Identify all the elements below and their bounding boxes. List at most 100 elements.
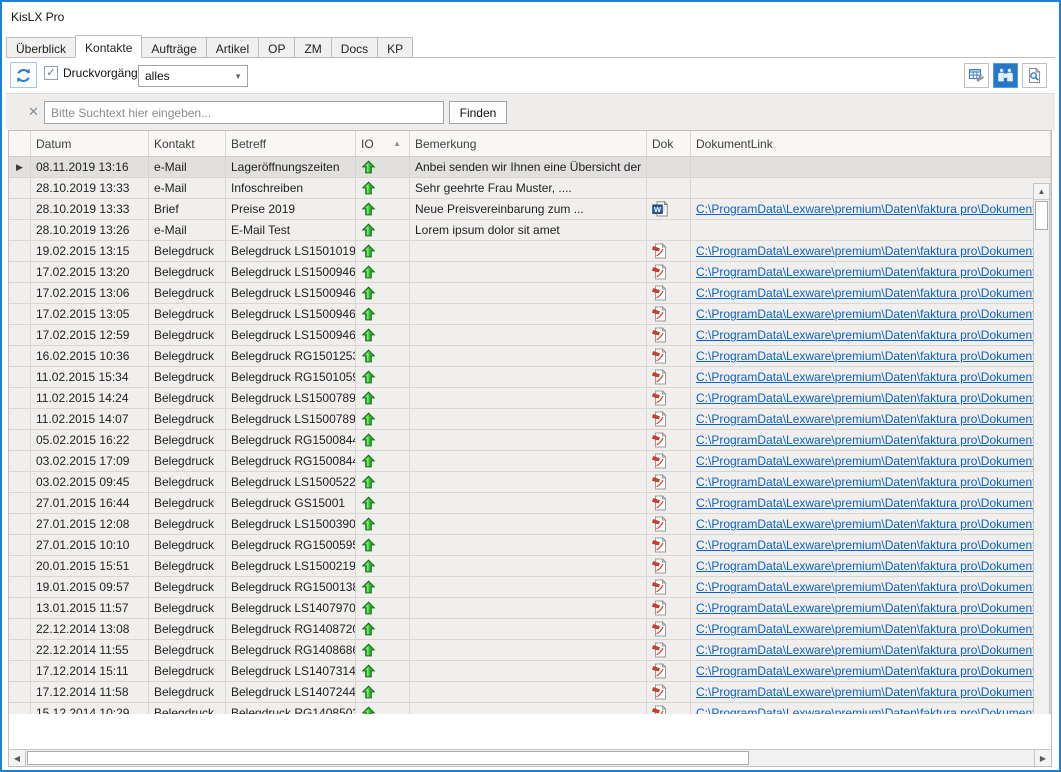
document-link[interactable]: C:\ProgramData\Lexware\premium\Daten\fak… [696, 685, 1051, 699]
scroll-right-icon[interactable]: ▶ [1034, 750, 1051, 766]
column-header-datum[interactable]: Datum [31, 131, 149, 156]
table-row[interactable]: 13.01.2015 11:57BelegdruckBelegdruck LS1… [9, 598, 1051, 619]
find-panel-toggle-button[interactable] [993, 63, 1018, 88]
document-link[interactable]: C:\ProgramData\Lexware\premium\Daten\fak… [696, 391, 1051, 405]
document-link[interactable]: C:\ProgramData\Lexware\premium\Daten\fak… [696, 496, 1051, 510]
table-row[interactable]: 22.12.2014 13:08BelegdruckBelegdruck RG1… [9, 619, 1051, 640]
table-row[interactable]: 17.02.2015 13:20BelegdruckBelegdruck LS1… [9, 262, 1051, 283]
table-row[interactable]: 19.01.2015 09:57BelegdruckBelegdruck RG1… [9, 577, 1051, 598]
find-button[interactable]: Finden [449, 101, 507, 124]
table-row[interactable]: 17.02.2015 13:05BelegdruckBelegdruck LS1… [9, 304, 1051, 325]
document-link[interactable]: C:\ProgramData\Lexware\premium\Daten\fak… [696, 412, 1051, 426]
column-header-bemerkung[interactable]: Bemerkung [410, 131, 647, 156]
scroll-left-icon[interactable]: ◀ [9, 750, 26, 766]
document-link[interactable]: C:\ProgramData\Lexware\premium\Daten\fak… [696, 622, 1051, 636]
pdf-file-icon[interactable] [652, 306, 668, 322]
document-link[interactable]: C:\ProgramData\Lexware\premium\Daten\fak… [696, 580, 1051, 594]
pdf-file-icon[interactable] [652, 474, 668, 490]
document-link[interactable]: C:\ProgramData\Lexware\premium\Daten\fak… [696, 538, 1051, 552]
pdf-file-icon[interactable] [652, 327, 668, 343]
tab-kontakte[interactable]: Kontakte [75, 35, 142, 58]
pdf-file-icon[interactable] [652, 705, 668, 714]
table-row[interactable]: 27.01.2015 10:10BelegdruckBelegdruck RG1… [9, 535, 1051, 556]
pdf-file-icon[interactable] [652, 558, 668, 574]
pdf-file-icon[interactable] [652, 243, 668, 259]
table-row[interactable]: 05.02.2015 16:22BelegdruckBelegdruck RG1… [9, 430, 1051, 451]
pdf-file-icon[interactable] [652, 369, 668, 385]
pdf-file-icon[interactable] [652, 348, 668, 364]
table-row[interactable]: 11.02.2015 14:07BelegdruckBelegdruck LS1… [9, 409, 1051, 430]
document-link[interactable]: C:\ProgramData\Lexware\premium\Daten\fak… [696, 433, 1051, 447]
document-link[interactable]: C:\ProgramData\Lexware\premium\Daten\fak… [696, 601, 1051, 615]
table-row[interactable]: 17.12.2014 15:11BelegdruckBelegdruck LS1… [9, 661, 1051, 682]
document-link[interactable]: C:\ProgramData\Lexware\premium\Daten\fak… [696, 475, 1051, 489]
pdf-file-icon[interactable] [652, 432, 668, 448]
pdf-file-icon[interactable] [652, 264, 668, 280]
pdf-file-icon[interactable] [652, 684, 668, 700]
table-row[interactable]: 17.02.2015 12:59BelegdruckBelegdruck LS1… [9, 325, 1051, 346]
pdf-file-icon[interactable] [652, 516, 668, 532]
table-row[interactable]: 27.01.2015 12:08BelegdruckBelegdruck LS1… [9, 514, 1051, 535]
table-row[interactable]: 28.10.2019 13:33BriefPreise 2019Neue Pre… [9, 199, 1051, 220]
scroll-up-icon[interactable]: ▲ [1034, 184, 1049, 200]
tab-zm[interactable]: ZM [294, 37, 331, 57]
document-link[interactable]: C:\ProgramData\Lexware\premium\Daten\fak… [696, 244, 1051, 258]
table-row[interactable]: 20.01.2015 15:51BelegdruckBelegdruck LS1… [9, 556, 1051, 577]
pdf-file-icon[interactable] [652, 600, 668, 616]
word-file-icon[interactable]: W [652, 201, 669, 217]
refresh-button[interactable] [10, 62, 37, 88]
checkbox-check-icon[interactable] [44, 66, 58, 80]
search-input[interactable] [44, 101, 444, 124]
column-header-kontakt[interactable]: Kontakt [149, 131, 226, 156]
table-row[interactable]: 17.02.2015 13:06BelegdruckBelegdruck LS1… [9, 283, 1051, 304]
document-link[interactable]: C:\ProgramData\Lexware\premium\Daten\fak… [696, 307, 1051, 321]
document-link[interactable]: C:\ProgramData\Lexware\premium\Daten\fak… [696, 349, 1051, 363]
table-row[interactable]: 19.02.2015 13:15BelegdruckBelegdruck LS1… [9, 241, 1051, 262]
table-row[interactable]: 11.02.2015 15:34BelegdruckBelegdruck RG1… [9, 367, 1051, 388]
pdf-file-icon[interactable] [652, 285, 668, 301]
document-link[interactable]: C:\ProgramData\Lexware\premium\Daten\fak… [696, 517, 1051, 531]
document-link[interactable]: C:\ProgramData\Lexware\premium\Daten\fak… [696, 370, 1051, 384]
table-row[interactable]: 11.02.2015 14:24BelegdruckBelegdruck LS1… [9, 388, 1051, 409]
document-link[interactable]: C:\ProgramData\Lexware\premium\Daten\fak… [696, 286, 1051, 300]
column-header-betreff[interactable]: Betreff [226, 131, 356, 156]
tab-kp[interactable]: KP [377, 37, 413, 57]
document-link[interactable]: C:\ProgramData\Lexware\premium\Daten\fak… [696, 454, 1051, 468]
table-row[interactable]: 28.10.2019 13:33e-MailInfoschreibenSehr … [9, 178, 1051, 199]
pdf-file-icon[interactable] [652, 453, 668, 469]
column-header-io[interactable]: IO▲ [356, 131, 410, 156]
document-preview-button[interactable] [1022, 63, 1047, 88]
tab-artikel[interactable]: Artikel [206, 37, 259, 57]
tab--berblick[interactable]: Überblick [6, 37, 76, 57]
table-row[interactable]: 27.01.2015 16:44BelegdruckBelegdruck GS1… [9, 493, 1051, 514]
tab-docs[interactable]: Docs [331, 37, 378, 57]
pdf-file-icon[interactable] [652, 579, 668, 595]
table-row[interactable]: 03.02.2015 09:45BelegdruckBelegdruck LS1… [9, 472, 1051, 493]
table-row[interactable]: 16.02.2015 10:36BelegdruckBelegdruck RG1… [9, 346, 1051, 367]
pdf-file-icon[interactable] [652, 537, 668, 553]
horizontal-scrollbar[interactable]: ◀ ▶ [9, 749, 1051, 766]
table-row[interactable]: 15.12.2014 10:29BelegdruckBelegdruck RG1… [9, 703, 1051, 714]
document-link[interactable]: C:\ProgramData\Lexware\premium\Daten\fak… [696, 643, 1051, 657]
grid-settings-button[interactable] [964, 63, 989, 88]
druckvorgaenge-checkbox[interactable]: Druckvorgänge [44, 66, 144, 80]
clear-search-icon[interactable]: ✕ [28, 104, 39, 120]
column-header-dok[interactable]: Dok [647, 131, 691, 156]
filter-dropdown[interactable]: alles ▼ [138, 65, 248, 87]
tab-auftr-ge[interactable]: Aufträge [141, 37, 206, 57]
document-link[interactable]: C:\ProgramData\Lexware\premium\Daten\fak… [696, 328, 1051, 342]
document-link[interactable]: C:\ProgramData\Lexware\premium\Daten\fak… [696, 202, 1051, 216]
pdf-file-icon[interactable] [652, 495, 668, 511]
pdf-file-icon[interactable] [652, 411, 668, 427]
document-link[interactable]: C:\ProgramData\Lexware\premium\Daten\fak… [696, 706, 1051, 714]
table-row[interactable]: 03.02.2015 17:09BelegdruckBelegdruck RG1… [9, 451, 1051, 472]
vertical-scrollbar[interactable]: ▲ ▼ [1033, 183, 1050, 714]
table-row[interactable]: 22.12.2014 11:55BelegdruckBelegdruck RG1… [9, 640, 1051, 661]
vertical-scroll-thumb[interactable] [1035, 201, 1048, 230]
table-row[interactable]: 28.10.2019 13:26e-MailE-Mail TestLorem i… [9, 220, 1051, 241]
horizontal-scroll-thumb[interactable] [27, 751, 749, 765]
pdf-file-icon[interactable] [652, 621, 668, 637]
column-header-link[interactable]: DokumentLink [691, 131, 1051, 156]
pdf-file-icon[interactable] [652, 390, 668, 406]
tab-op[interactable]: OP [258, 37, 295, 57]
